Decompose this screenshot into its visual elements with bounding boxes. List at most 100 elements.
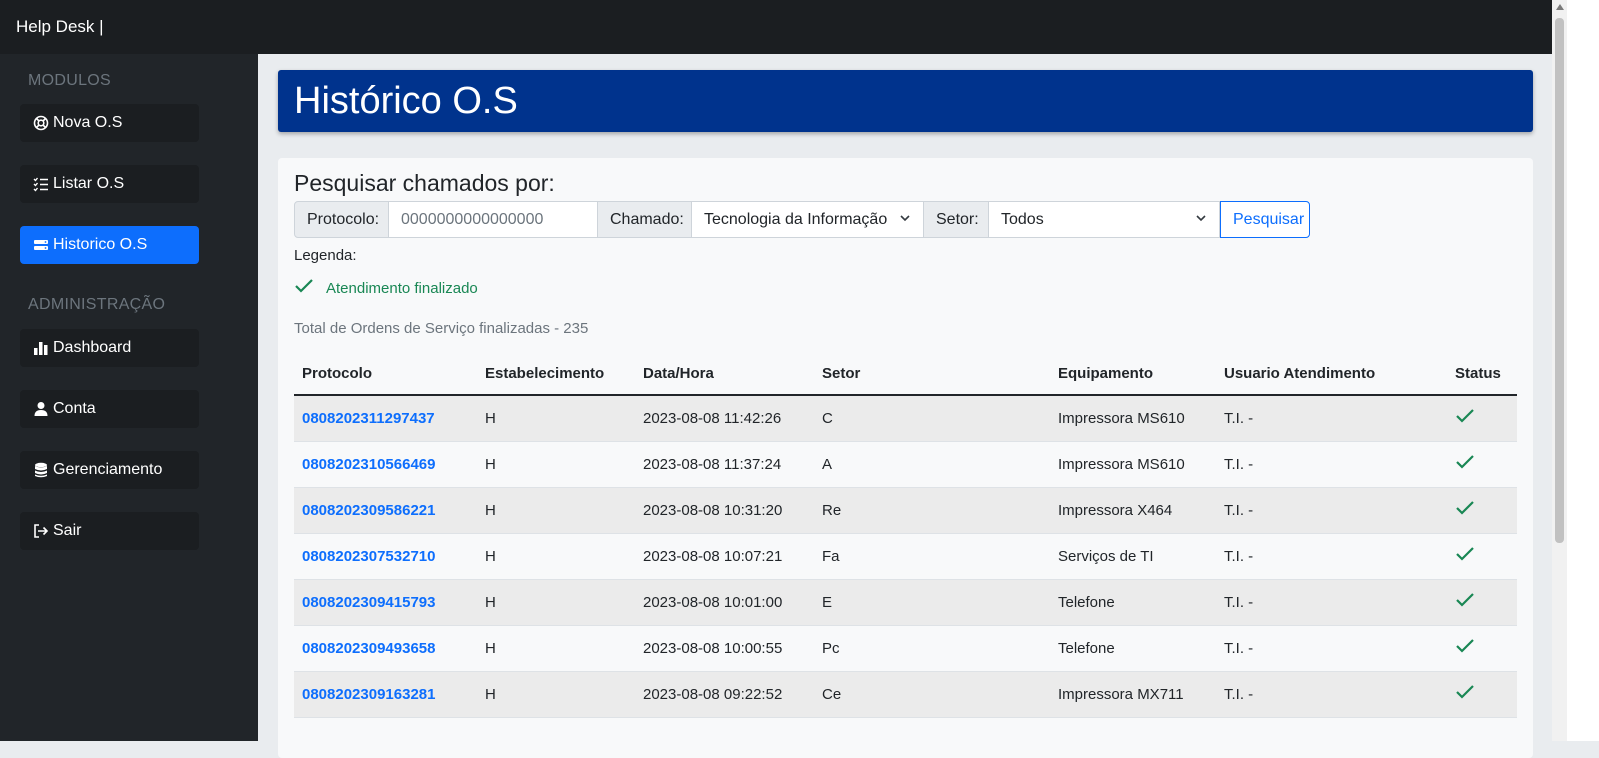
list-check-icon (32, 175, 50, 193)
col-header-estabelecimento[interactable]: Estabelecimento (477, 353, 635, 396)
col-header-equipamento[interactable]: Equipamento (1050, 353, 1216, 396)
bar-chart-icon (32, 339, 50, 357)
cell-data-hora: 2023-08-08 11:42:26 (635, 395, 814, 442)
main-content: Histórico O.S Pesquisar chamados por: Pr… (258, 54, 1552, 758)
protocolo-input[interactable]: 0000000000000000 (389, 201, 598, 238)
cell-estabelecimento: H (477, 579, 635, 626)
cell-data-hora: 2023-08-08 10:01:00 (635, 579, 814, 626)
page-scrollbar[interactable] (1552, 0, 1567, 741)
sidebar-section-administracao: ADMINISTRAÇÃO (28, 296, 166, 313)
sidebar-item-gerenciamento[interactable]: Gerenciamento (20, 451, 199, 489)
check-icon (1455, 501, 1475, 520)
table-row[interactable]: 0808202309415793 H 2023-08-08 10:01:00 E Tel… (294, 579, 1517, 626)
chevron-down-icon (1195, 211, 1207, 229)
sidebar-item-dashboard[interactable]: Dashboard (20, 329, 199, 367)
col-header-data-hora[interactable]: Data/Hora (635, 353, 814, 396)
legend-item-label: Atendimento finalizado (326, 279, 478, 297)
chamado-select[interactable]: Tecnologia da Informação (692, 201, 924, 238)
window-edge (1567, 0, 1599, 741)
check-icon (1455, 547, 1475, 566)
sidebar: MODULOS Nova O.S Listar O.S Historico O.… (0, 54, 258, 741)
cell-status (1447, 579, 1517, 626)
person-icon (32, 400, 50, 418)
setor-select[interactable]: Todos (989, 201, 1220, 238)
cell-equipamento: Impressora MS610 (1050, 395, 1216, 442)
chamado-select-value: Tecnologia da Informação (704, 210, 888, 228)
cell-usuario: T.I. - (1216, 533, 1447, 580)
cell-setor: Fa (814, 533, 1050, 580)
cell-status (1447, 395, 1517, 442)
cell-equipamento: Impressora MS610 (1050, 441, 1216, 488)
col-header-status[interactable]: Status (1447, 353, 1517, 396)
cell-status (1447, 533, 1517, 580)
table-row[interactable]: 0808202309586221 H 2023-08-08 10:31:20 Re Im… (294, 487, 1517, 534)
check-icon (1455, 639, 1475, 658)
col-header-protocolo[interactable]: Protocolo (294, 353, 477, 396)
cell-estabelecimento: H (477, 441, 635, 488)
col-header-setor[interactable]: Setor (814, 353, 1050, 396)
cell-estabelecimento: H (477, 625, 635, 672)
sidebar-item-label: Listar O.S (53, 175, 125, 192)
cell-protocolo[interactable]: 0808202310566469 (294, 441, 477, 488)
table-row[interactable]: 0808202307532710 H 2023-08-08 10:07:21 Fa Se… (294, 533, 1517, 580)
col-header-usuario[interactable]: Usuario Atendimento (1216, 353, 1447, 396)
cell-protocolo[interactable]: 0808202309586221 (294, 487, 477, 534)
sidebar-item-label: Historico O.S (53, 236, 148, 253)
pesquisar-button[interactable]: Pesquisar (1220, 201, 1310, 238)
cell-equipamento: Impressora MX711 (1050, 671, 1216, 718)
server-icon (32, 236, 50, 254)
scroll-thumb[interactable] (1555, 18, 1564, 543)
check-icon (1455, 593, 1475, 612)
check-icon (1455, 409, 1475, 428)
cell-estabelecimento: H (477, 487, 635, 534)
cell-usuario: T.I. - (1216, 671, 1447, 718)
lifebuoy-icon (32, 114, 50, 132)
sidebar-item-label: Conta (53, 400, 96, 417)
sidebar-item-listar-os[interactable]: Listar O.S (20, 165, 199, 203)
cell-usuario: T.I. - (1216, 625, 1447, 672)
logout-icon (32, 522, 50, 540)
cell-status (1447, 625, 1517, 672)
cell-setor: C (814, 395, 1050, 442)
cell-equipamento: Serviços de TI (1050, 533, 1216, 580)
total-count: Total de Ordens de Serviço finalizadas -… (294, 320, 589, 337)
check-icon (1455, 455, 1475, 474)
cell-setor: Re (814, 487, 1050, 534)
table-row[interactable]: 0808202311297437 H 2023-08-08 11:42:26 C Imp… (294, 395, 1517, 442)
search-card: Pesquisar chamados por: Protocolo: 00000… (278, 158, 1533, 758)
app-brand[interactable]: Help Desk | (16, 17, 104, 37)
cell-usuario: T.I. - (1216, 579, 1447, 626)
protocolo-label: Protocolo: (294, 201, 389, 238)
cell-setor: Pc (814, 625, 1050, 672)
cell-setor: E (814, 579, 1050, 626)
cell-status (1447, 441, 1517, 488)
table-row[interactable]: 0808202309163281 H 2023-08-08 09:22:52 Ce Im… (294, 671, 1517, 718)
search-form: Protocolo: 0000000000000000 Chamado: Tec… (294, 201, 1310, 238)
sidebar-item-label: Dashboard (53, 339, 132, 356)
cell-status (1447, 487, 1517, 534)
table-row[interactable]: 0808202310566469 H 2023-08-08 11:37:24 A Imp… (294, 441, 1517, 488)
cell-data-hora: 2023-08-08 11:37:24 (635, 441, 814, 488)
cell-equipamento: Telefone (1050, 579, 1216, 626)
sidebar-item-historico-os[interactable]: Historico O.S (20, 226, 199, 264)
sidebar-item-nova-os[interactable]: Nova O.S (20, 104, 199, 142)
orders-table: Protocolo Estabelecimento Data/Hora Seto… (294, 353, 1517, 718)
cell-protocolo[interactable]: 0808202311297437 (294, 395, 477, 442)
cell-protocolo[interactable]: 0808202309415793 (294, 579, 477, 626)
cell-usuario: T.I. - (1216, 395, 1447, 442)
cell-data-hora: 2023-08-08 10:07:21 (635, 533, 814, 580)
sidebar-item-sair[interactable]: Sair (20, 512, 199, 550)
table-header-row: Protocolo Estabelecimento Data/Hora Seto… (294, 353, 1517, 396)
sidebar-item-conta[interactable]: Conta (20, 390, 199, 428)
sidebar-item-label: Sair (53, 522, 82, 539)
scroll-up-arrow-icon[interactable] (1556, 4, 1564, 10)
sidebar-section-modulos: MODULOS (28, 72, 111, 89)
table-row[interactable]: 0808202309493658 H 2023-08-08 10:00:55 Pc Te… (294, 625, 1517, 672)
cell-protocolo[interactable]: 0808202309163281 (294, 671, 477, 718)
cell-protocolo[interactable]: 0808202307532710 (294, 533, 477, 580)
cell-protocolo[interactable]: 0808202309493658 (294, 625, 477, 672)
cell-status (1447, 671, 1517, 718)
cell-estabelecimento: H (477, 533, 635, 580)
cell-estabelecimento: H (477, 671, 635, 718)
legend-item: Atendimento finalizado (294, 278, 478, 298)
